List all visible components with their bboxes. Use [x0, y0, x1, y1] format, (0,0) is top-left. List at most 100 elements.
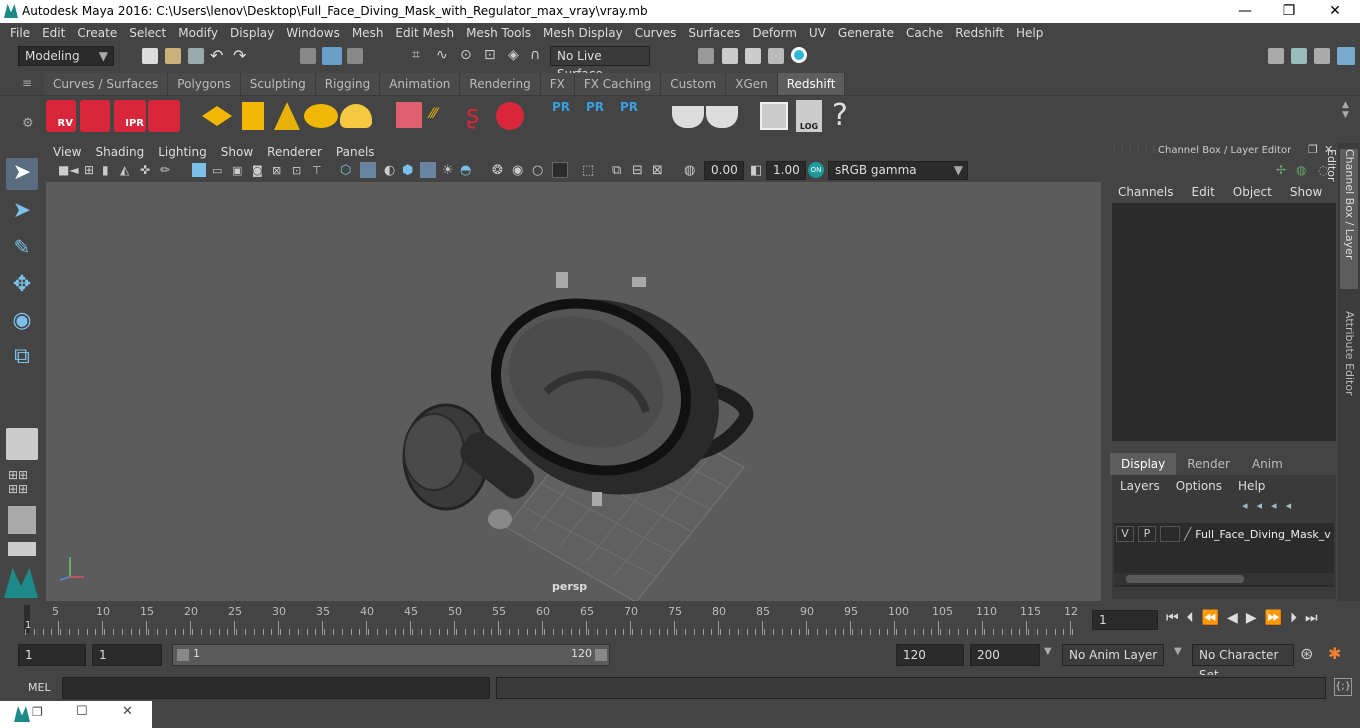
rs-script-icon[interactable]: [760, 102, 788, 130]
play-back-icon[interactable]: ◀: [1227, 610, 1238, 626]
select-hierarchy-icon[interactable]: [300, 48, 316, 64]
shadows-icon[interactable]: ◓: [460, 163, 471, 178]
time-slider[interactable]: 1 5 10 15 20 25 30 35 40 45 50 55 60 65 70 75 80 85 90 95 1…: [18, 603, 1086, 635]
default-material-icon[interactable]: ⬢: [402, 163, 413, 178]
attribute-editor-icon[interactable]: [1291, 48, 1307, 64]
new-scene-icon[interactable]: [142, 48, 158, 64]
exposure-field[interactable]: 0.00: [704, 161, 744, 180]
snap-curve-icon[interactable]: ∿: [436, 47, 448, 63]
animation-prefs-icon[interactable]: ✱: [1328, 644, 1341, 663]
perspective-viewport[interactable]: persp: [46, 182, 1101, 601]
tab-rendering[interactable]: Rendering: [460, 73, 541, 95]
tab-xgen[interactable]: XGen: [726, 73, 778, 95]
playback-end-field[interactable]: 120: [896, 644, 964, 666]
save-scene-icon[interactable]: [188, 48, 204, 64]
panel-menu-shading[interactable]: Shading: [88, 144, 151, 161]
layer-row[interactable]: V P ╱ Full_Face_Diving_Mask_v: [1116, 525, 1334, 543]
hypershade-icon[interactable]: [791, 47, 807, 63]
channels-menu[interactable]: Channels: [1118, 185, 1174, 199]
close-icon[interactable]: ✕: [122, 704, 133, 719]
snap-point-icon[interactable]: ⊙: [460, 47, 472, 63]
mode-selector[interactable]: Modeling ▼: [18, 46, 114, 66]
rotate-tool-icon[interactable]: ◉: [6, 306, 38, 338]
rs-area-light-icon[interactable]: [202, 106, 232, 126]
layer-scrollbar-thumb[interactable]: [1126, 575, 1244, 583]
grid-toggle-icon[interactable]: [192, 163, 206, 177]
menu-edit[interactable]: Edit: [36, 23, 71, 43]
rs-material-bowl-icon[interactable]: [672, 106, 704, 128]
rs-dome-light-icon[interactable]: [304, 104, 338, 128]
scale-tool-icon[interactable]: ⧉: [6, 342, 38, 374]
maximize-icon[interactable]: ☐: [76, 704, 88, 719]
live-surface-field[interactable]: No Live Surface: [550, 46, 650, 81]
menu-mesh[interactable]: Mesh: [346, 23, 390, 43]
float-panel-icon[interactable]: ❐: [1308, 143, 1318, 156]
render-current-icon[interactable]: [722, 48, 738, 64]
layer-playback-toggle[interactable]: P: [1138, 526, 1156, 542]
textured-icon[interactable]: [420, 162, 436, 178]
xray-joints-icon[interactable]: ⊟: [632, 163, 643, 178]
anti-aliasing-icon[interactable]: ○: [532, 163, 543, 178]
shelf-menu-icon[interactable]: ≡: [22, 76, 34, 90]
safe-action-icon[interactable]: ⊡: [292, 164, 301, 177]
restore-icon[interactable]: ❐: [32, 705, 43, 719]
layers-menu[interactable]: Layers: [1120, 479, 1160, 493]
panel-menu-panels[interactable]: Panels: [329, 144, 382, 161]
wireframe-on-shaded-icon[interactable]: ◐: [384, 163, 395, 178]
mel-input[interactable]: [62, 677, 490, 699]
gate-mask-icon[interactable]: ◙: [252, 164, 263, 177]
rs-sphere-icon[interactable]: [496, 102, 524, 130]
layout-icon[interactable]: [1268, 48, 1284, 64]
rs-volume-icon[interactable]: ʂ: [466, 102, 492, 130]
range-start-handle[interactable]: [177, 649, 189, 661]
tab-display[interactable]: Display: [1110, 453, 1177, 475]
four-view-layout-icon[interactable]: ⊞⊞ ⊞⊞: [8, 468, 36, 496]
camera-attributes-icon[interactable]: ⊞: [84, 163, 94, 177]
image-plane-icon[interactable]: ◭: [120, 163, 129, 177]
anim-layer-field[interactable]: No Anim Layer: [1062, 644, 1164, 666]
undo-icon[interactable]: ↶: [210, 46, 223, 65]
tab-curves-surfaces[interactable]: Curves / Surfaces: [44, 73, 169, 95]
paint-select-tool-icon[interactable]: ✎: [6, 232, 38, 264]
tab-anim[interactable]: Anim: [1241, 453, 1294, 475]
gamma-field[interactable]: 1.00: [766, 161, 806, 180]
current-frame-field[interactable]: 1: [1092, 610, 1158, 630]
ipr-render-icon[interactable]: [745, 48, 761, 64]
tab-custom[interactable]: Custom: [661, 73, 727, 95]
tab-rigging[interactable]: Rigging: [315, 73, 381, 95]
menu-generate[interactable]: Generate: [832, 23, 900, 43]
range-slider[interactable]: 1 120: [172, 644, 610, 666]
menu-uv[interactable]: UV: [803, 23, 832, 43]
use-all-lights-icon[interactable]: ☀: [442, 163, 454, 178]
xray-icon[interactable]: ⧉: [612, 163, 621, 178]
layer-move-icons[interactable]: ◂◂◂◂: [1242, 499, 1300, 512]
next-key-icon[interactable]: ⏩: [1265, 610, 1282, 626]
single-perspective-layout-icon[interactable]: [6, 428, 38, 460]
resolution-gate-icon[interactable]: ▣: [232, 164, 242, 177]
menu-deform[interactable]: Deform: [746, 23, 803, 43]
xray-components-icon[interactable]: ⊠: [652, 163, 663, 178]
render-view-icon[interactable]: [768, 48, 784, 64]
tab-fx[interactable]: FX: [540, 73, 575, 95]
rs-pr-swap-button[interactable]: PR: [620, 100, 646, 132]
tab-polygons[interactable]: Polygons: [168, 73, 241, 95]
show-menu[interactable]: Show: [1290, 185, 1322, 199]
tab-fx-caching[interactable]: FX Caching: [574, 73, 662, 95]
step-back-icon[interactable]: ⏴: [1187, 610, 1194, 626]
tab-animation[interactable]: Animation: [380, 73, 461, 95]
panel-grip-icon[interactable]: ⋮⋮⋮⋮⋮⋮⋮: [1110, 145, 1166, 157]
rs-proxy-icon[interactable]: [396, 102, 422, 128]
mel-label[interactable]: MEL: [28, 681, 51, 694]
menu-mesh-tools[interactable]: Mesh Tools: [460, 23, 537, 43]
persp-outliner-layout-icon[interactable]: [8, 506, 36, 534]
rs-pr-export-button[interactable]: PR: [586, 100, 612, 132]
menu-display[interactable]: Display: [224, 23, 280, 43]
snap-view-icon[interactable]: ⊡: [484, 47, 496, 63]
options-menu[interactable]: Options: [1176, 479, 1222, 493]
tab-render[interactable]: Render: [1176, 453, 1241, 475]
go-to-start-icon[interactable]: ⏮: [1166, 610, 1179, 626]
snap-grid-icon[interactable]: ⌗: [412, 47, 420, 63]
channel-list[interactable]: [1112, 203, 1336, 441]
minimize-button[interactable]: —: [1222, 0, 1268, 23]
channel-sync-icon[interactable]: ◍: [1296, 163, 1306, 177]
